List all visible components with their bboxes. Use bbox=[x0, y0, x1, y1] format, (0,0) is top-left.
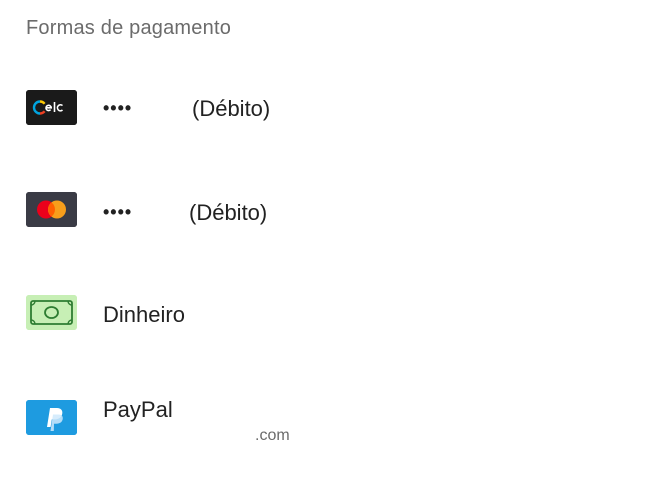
cash-icon bbox=[26, 295, 77, 330]
card-type-label: (Débito) bbox=[189, 200, 268, 225]
payment-method-mastercard[interactable]: •••• (Débito) bbox=[0, 170, 660, 250]
paypal-label: PayPal bbox=[103, 397, 173, 422]
cash-label: Dinheiro bbox=[103, 302, 185, 327]
paypal-icon bbox=[26, 400, 77, 435]
payment-method-elo[interactable]: •••• (Débito) bbox=[0, 67, 660, 147]
section-title: Formas de pagamento bbox=[26, 17, 232, 39]
masked-card-number: •••• bbox=[103, 98, 133, 118]
mastercard-icon bbox=[26, 192, 77, 227]
payment-method-paypal[interactable]: PayPal .com bbox=[0, 380, 660, 460]
card-type-label: (Débito) bbox=[192, 96, 271, 121]
paypal-account-domain: .com bbox=[255, 427, 290, 444]
masked-card-number: •••• bbox=[103, 202, 133, 222]
payment-method-cash[interactable]: Dinheiro bbox=[0, 275, 660, 355]
elo-card-icon bbox=[26, 90, 77, 125]
